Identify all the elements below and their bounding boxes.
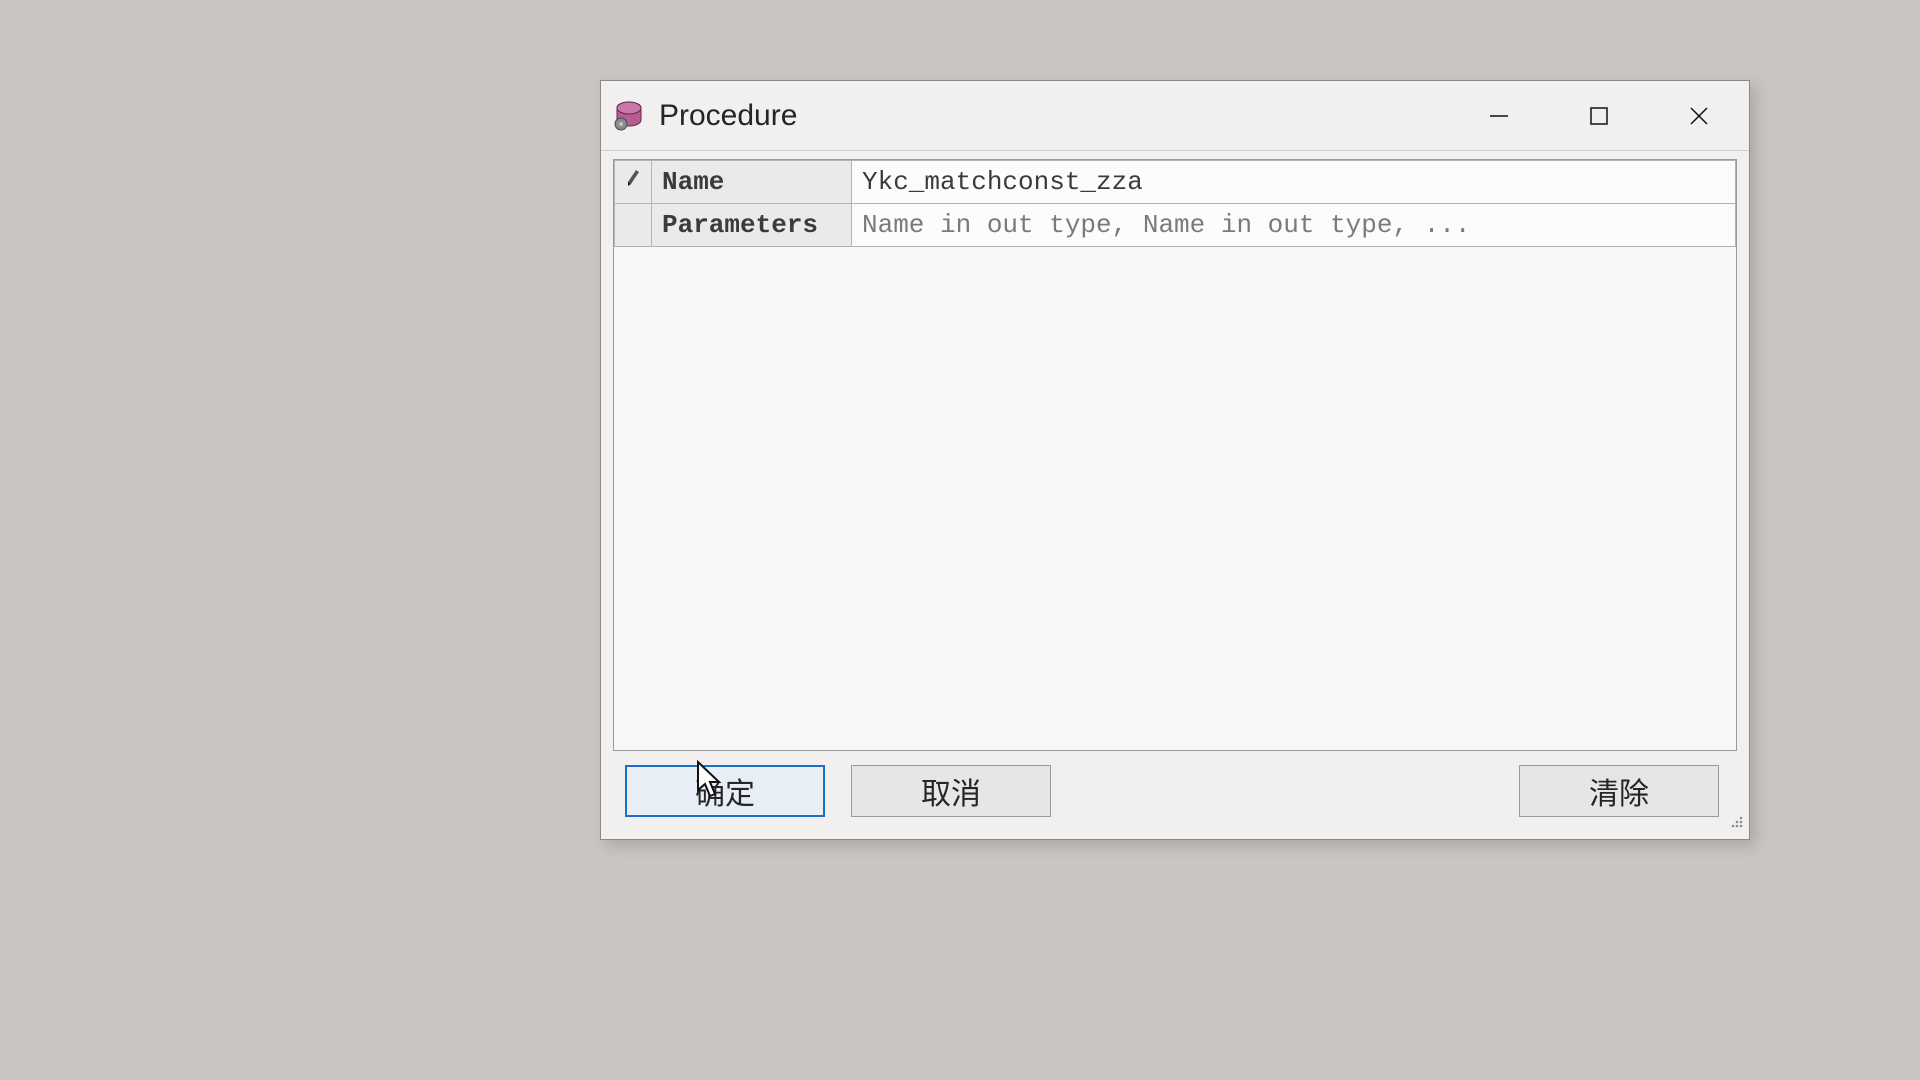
name-input-cell[interactable]: Ykc_matchconst_zza [852, 161, 1736, 204]
grid-row-name: Name Ykc_matchconst_zza [615, 161, 1736, 204]
parameters-input-cell[interactable]: Name in out type, Name in out type, ... [852, 204, 1736, 247]
procedure-dialog: Procedure Name [600, 80, 1750, 840]
grid-row-parameters: Parameters Name in out type, Name in out… [615, 204, 1736, 247]
resize-grip[interactable] [1727, 812, 1745, 835]
button-row: 确定 取消 清除 [613, 751, 1737, 839]
grid-label: Name [652, 161, 852, 204]
grid-label: Parameters [652, 204, 852, 247]
pencil-icon [625, 167, 641, 197]
minimize-button[interactable] [1479, 96, 1519, 136]
clear-button[interactable]: 清除 [1519, 765, 1719, 817]
database-icon [611, 98, 647, 134]
dialog-title: Procedure [659, 99, 797, 133]
properties-grid: Name Ykc_matchconst_zza Parameters Name … [613, 159, 1737, 751]
cancel-button[interactable]: 取消 [851, 765, 1051, 817]
ok-button[interactable]: 确定 [625, 765, 825, 817]
close-button[interactable] [1679, 96, 1719, 136]
maximize-button[interactable] [1579, 96, 1619, 136]
dialog-content: Name Ykc_matchconst_zza Parameters Name … [601, 151, 1749, 839]
titlebar[interactable]: Procedure [601, 81, 1749, 151]
edit-marker [615, 161, 652, 204]
